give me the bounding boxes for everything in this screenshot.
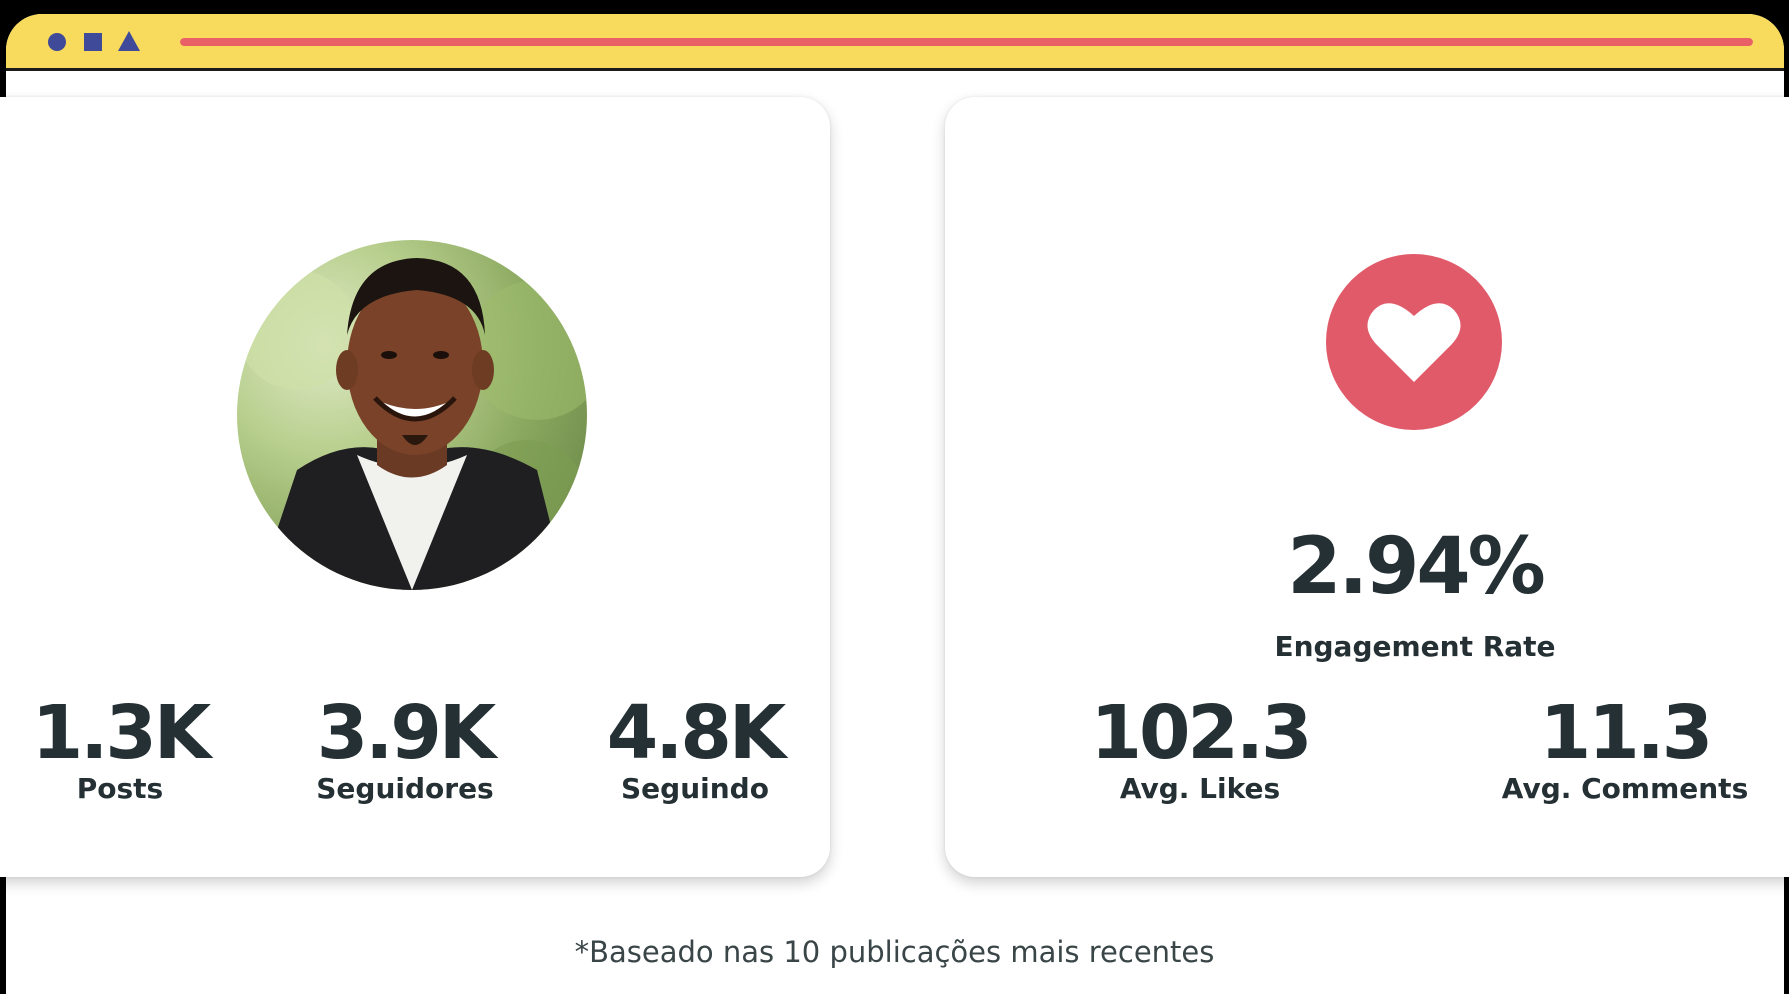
circle-control-icon[interactable]	[48, 33, 66, 51]
heart-icon	[1367, 303, 1461, 382]
engagement-rate-label: Engagement Rate	[1274, 630, 1556, 663]
engagement-rate-value: 2.94%	[1287, 522, 1546, 612]
avg-comments-value: 11.3	[1539, 690, 1714, 776]
followers-label: Seguidores	[316, 772, 494, 805]
followers-count: 3.9K	[316, 690, 496, 776]
avatar	[237, 240, 587, 590]
following-label: Seguindo	[621, 772, 769, 805]
title-bar	[6, 14, 1784, 71]
avg-likes-value: 102.3	[1090, 690, 1312, 776]
posts-label: Posts	[76, 772, 164, 805]
avg-comments-label: Avg. Comments	[1501, 772, 1749, 805]
heart-badge	[1326, 254, 1502, 430]
avatar-photo	[237, 258, 587, 590]
progress-bar-fill	[180, 38, 1753, 46]
footnote: *Baseado nas 10 publicações mais recente…	[574, 935, 1215, 969]
following-count: 4.8K	[606, 690, 786, 776]
avg-likes-label: Avg. Likes	[1119, 772, 1281, 805]
posts-count: 1.3K	[31, 690, 211, 776]
progress-bar	[180, 38, 1753, 46]
triangle-control-icon[interactable]	[118, 31, 140, 51]
square-control-icon[interactable]	[84, 33, 102, 51]
